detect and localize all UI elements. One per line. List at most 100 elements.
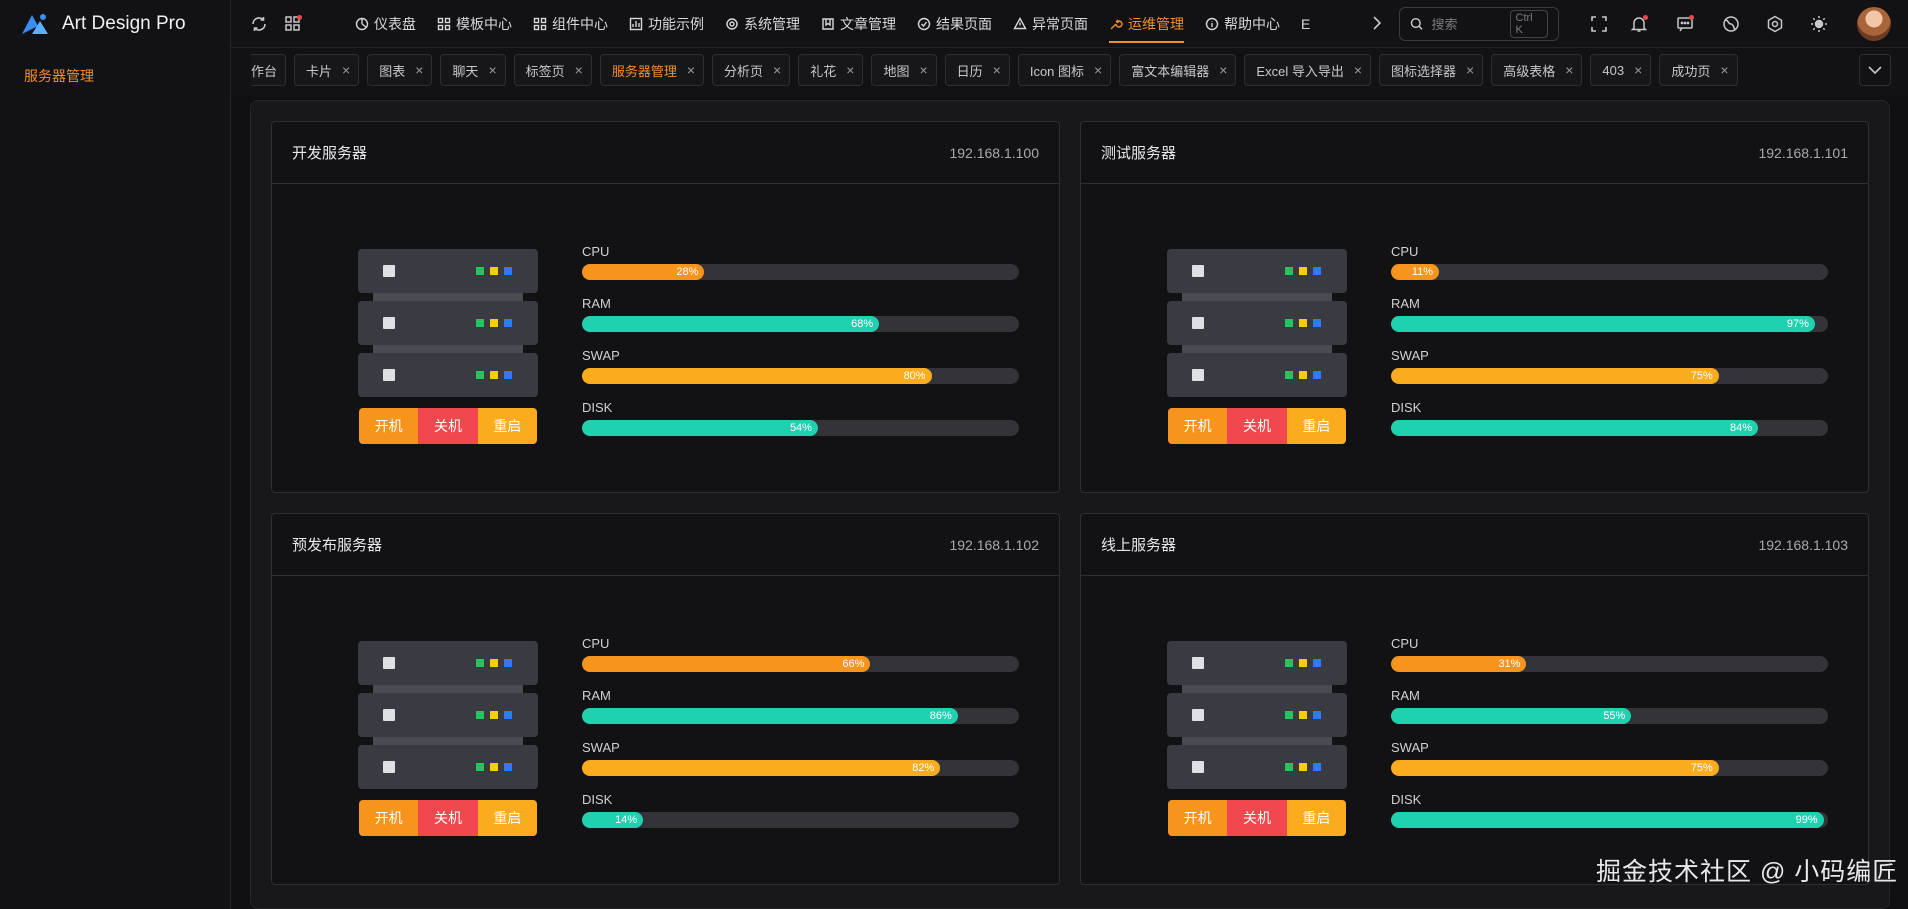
search-input[interactable] [1431,16,1502,32]
blue-led [504,763,512,771]
global-search[interactable]: Ctrl K [1399,7,1559,41]
power-indicator [383,369,395,381]
tabs-dropdown-chevron-icon[interactable] [1859,54,1891,86]
green-led [1285,371,1293,379]
refresh-icon[interactable] [248,13,270,35]
blue-led [1313,371,1321,379]
restart-button[interactable]: 重启 [1286,408,1346,444]
nav-more-chevron-icon[interactable] [1372,15,1382,34]
close-icon[interactable]: × [1466,62,1474,78]
power-on-button[interactable]: 开机 [1168,408,1228,444]
power-on-button[interactable]: 开机 [359,800,419,836]
close-icon[interactable]: × [1219,62,1227,78]
blue-led [504,267,512,275]
close-icon[interactable]: × [488,62,496,78]
progress-fill: 75% [1391,760,1719,776]
restart-button[interactable]: 重启 [477,800,537,836]
user-avatar[interactable] [1857,7,1891,41]
language-globe-icon[interactable] [1720,13,1742,35]
sidebar-item-server-management[interactable]: 服务器管理 [24,66,94,86]
nav-item-4[interactable]: 系统管理 [725,0,800,48]
settings-gear-icon[interactable] [1764,13,1786,35]
progress-value: 54% [789,422,812,434]
nav-item-0[interactable]: 仪表盘 [355,0,416,48]
tab-item[interactable]: 礼花 × [798,54,864,86]
server-name: 测试服务器 [1101,145,1177,162]
close-icon[interactable]: × [575,62,583,78]
tab-item[interactable]: 高级表格 × [1491,54,1583,86]
nav-item-9[interactable]: 帮助中心 [1205,0,1280,48]
tab-item[interactable]: 服务器管理 × [599,54,705,86]
power-indicator [1192,657,1204,669]
nav-item-1[interactable]: 模板中心 [437,0,512,48]
metric-swap: SWAP 80% [582,348,1019,384]
progress-fill: 99% [1391,812,1824,828]
progress-fill: 82% [582,760,941,776]
close-icon[interactable]: × [993,62,1001,78]
tab-item[interactable]: 卡片 × [294,54,360,86]
power-on-button[interactable]: 开机 [1168,800,1228,836]
apps-icon[interactable] [282,13,304,35]
yellow-led [1299,371,1307,379]
nav-item-overflow[interactable]: E [1301,0,1310,48]
power-off-button[interactable]: 关机 [1227,800,1287,836]
wrench-icon [1110,19,1123,30]
fullscreen-icon[interactable] [1588,13,1610,35]
power-indicator [383,265,395,277]
server-name: 预发布服务器 [292,537,383,554]
close-icon[interactable]: × [1634,62,1642,78]
close-icon[interactable]: × [919,62,927,78]
restart-button[interactable]: 重启 [1286,800,1346,836]
power-off-button[interactable]: 关机 [418,800,478,836]
close-icon[interactable]: × [773,62,781,78]
nav-item-6[interactable]: 结果页面 [917,0,992,48]
nav-item-8[interactable]: 运维管理 [1109,0,1184,48]
nav-item-5[interactable]: 文章管理 [821,0,896,48]
progress-fill: 11% [1391,264,1440,280]
close-icon[interactable]: × [846,62,854,78]
close-icon[interactable]: × [1565,62,1573,78]
rack-joint [373,345,523,353]
tab-item[interactable]: 日历 × [944,54,1010,86]
metric-cpu: CPU 28% [582,244,1019,280]
tab-item[interactable]: Excel 导入导出 × [1244,54,1372,86]
theme-sun-icon[interactable] [1808,13,1830,35]
tab-item[interactable]: 聊天 × [440,54,506,86]
power-off-button[interactable]: 关机 [1227,408,1287,444]
power-off-button[interactable]: 关机 [418,408,478,444]
nav-item-label: 功能示例 [648,16,704,32]
tab-item[interactable]: Icon 图标 × [1017,54,1112,86]
close-icon[interactable]: × [1354,62,1362,78]
tab-item[interactable]: 图标选择器 × [1379,54,1484,86]
metric-swap: SWAP 75% [1391,740,1828,776]
server-unit [358,641,538,685]
nav-item-2[interactable]: 组件中心 [533,0,608,48]
tab-item[interactable]: 地图 × [871,54,937,86]
power-on-button[interactable]: 开机 [359,408,419,444]
close-icon[interactable]: × [1094,62,1102,78]
tab-item[interactable]: 403 × [1590,54,1652,86]
tab-item[interactable]: 工作台 [251,54,287,86]
tab-item[interactable]: 成功页 × [1659,54,1738,86]
close-icon[interactable]: × [1720,62,1728,78]
rack-joint [1182,685,1332,693]
yellow-led [490,371,498,379]
chat-icon[interactable] [1674,13,1696,35]
notification-bell-icon[interactable] [1628,13,1650,35]
progress-fill: 84% [1391,420,1759,436]
nav-item-7[interactable]: 异常页面 [1013,0,1088,48]
logo[interactable]: Art Design Pro [18,10,186,38]
nav-item-3[interactable]: 功能示例 [629,0,704,48]
tab-item[interactable]: 图表 × [367,54,433,86]
chart-icon [629,17,643,31]
progress-track: 75% [1391,368,1828,384]
tab-item[interactable]: 分析页 × [712,54,791,86]
close-icon[interactable]: × [687,62,695,78]
server-unit [358,353,538,397]
restart-button[interactable]: 重启 [477,408,537,444]
tab-item[interactable]: 富文本编辑器 × [1119,54,1237,86]
close-icon[interactable]: × [415,62,423,78]
tab-item[interactable]: 标签页 × [513,54,592,86]
progress-value: 68% [851,318,874,330]
close-icon[interactable]: × [342,62,350,78]
